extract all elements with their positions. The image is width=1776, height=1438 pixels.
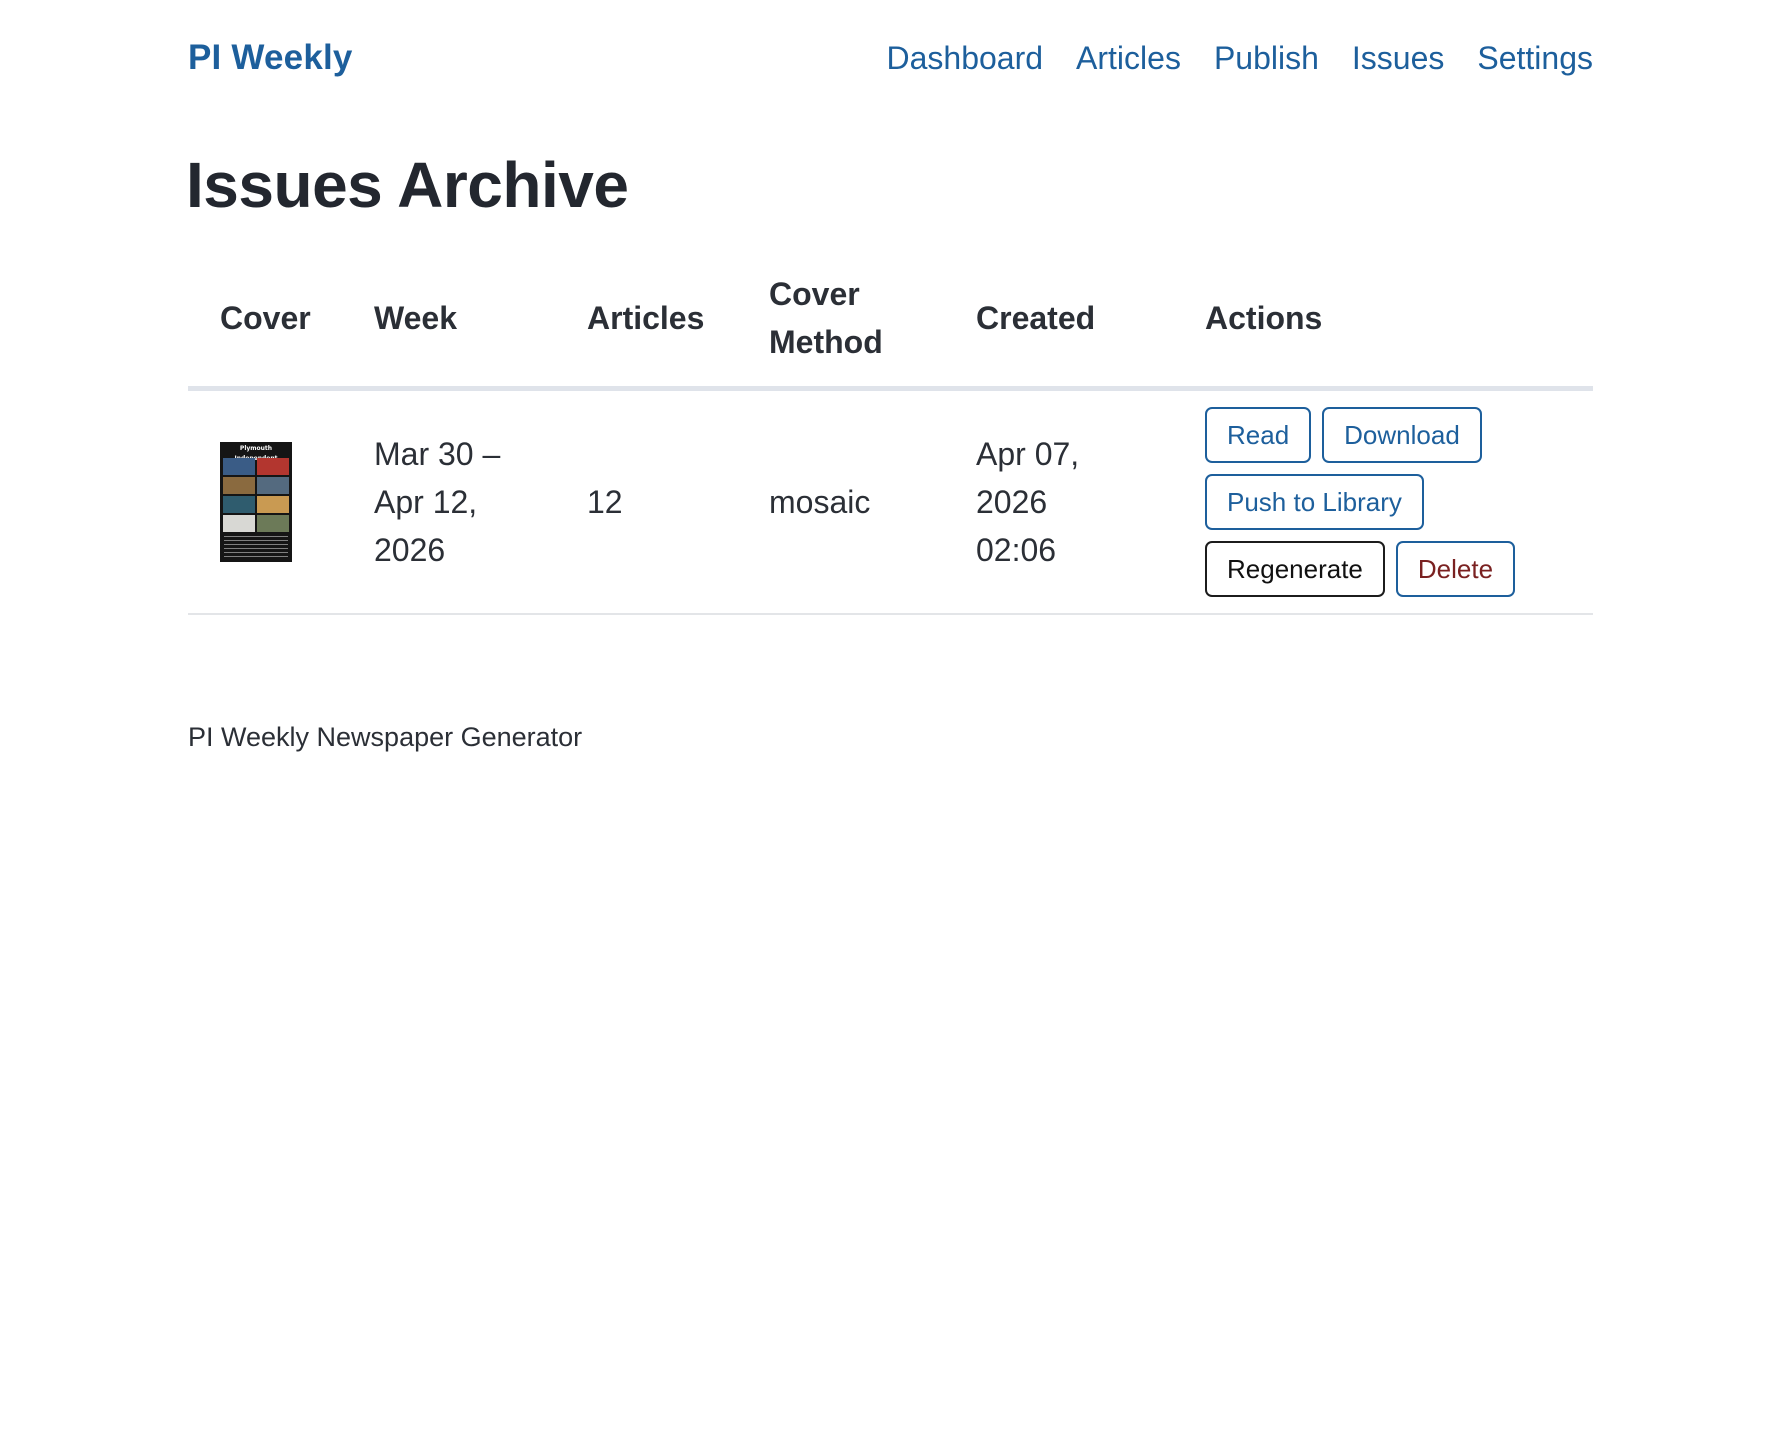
cover-photo-mosaic (223, 458, 289, 532)
delete-button[interactable]: Delete (1395, 541, 1516, 597)
footer-text: PI Weekly Newspaper Generator (188, 722, 583, 752)
column-header-actions: Actions (1205, 270, 1593, 391)
nav-articles[interactable]: Articles (1076, 40, 1181, 77)
cell-cover: Plymouth Independent (188, 388, 374, 615)
cell-week: Mar 30 – Apr 12, 2026 (374, 388, 587, 615)
cover-thumbnail[interactable]: Plymouth Independent (220, 442, 292, 562)
issues-table: Cover Week Articles Cover Method Created… (188, 270, 1593, 615)
nav-settings[interactable]: Settings (1477, 40, 1593, 77)
column-header-cover-method: Cover Method (769, 270, 976, 391)
column-header-cover: Cover (188, 270, 374, 391)
push-to-library-button[interactable]: Push to Library (1205, 474, 1424, 530)
column-header-articles: Articles (587, 270, 769, 391)
row-actions: Read Download Push to Library Regenerate… (1205, 407, 1535, 597)
page-container: PI Weekly Dashboard Articles Publish Iss… (186, 0, 1593, 752)
nav-issues[interactable]: Issues (1352, 40, 1444, 77)
column-header-week: Week (374, 270, 587, 391)
table-header-row: Cover Week Articles Cover Method Created… (188, 270, 1593, 391)
cell-created: Apr 07, 2026 02:06 (976, 388, 1205, 615)
regenerate-button[interactable]: Regenerate (1205, 541, 1385, 597)
nav-dashboard[interactable]: Dashboard (886, 40, 1043, 77)
cell-articles: 12 (587, 388, 769, 615)
page-title: Issues Archive (186, 149, 629, 221)
nav-publish[interactable]: Publish (1214, 40, 1319, 77)
top-bar: PI Weekly Dashboard Articles Publish Iss… (188, 0, 1593, 120)
cell-actions: Read Download Push to Library Regenerate… (1205, 388, 1593, 615)
read-button[interactable]: Read (1205, 407, 1312, 463)
brand-link[interactable]: PI Weekly (188, 38, 353, 78)
cover-text-lines (224, 536, 288, 558)
download-button[interactable]: Download (1322, 407, 1482, 463)
column-header-created: Created (976, 270, 1205, 391)
main-nav: Dashboard Articles Publish Issues Settin… (886, 40, 1593, 77)
cover-masthead: Plymouth Independent (234, 445, 278, 462)
week-range: Mar 30 – Apr 12, 2026 (374, 436, 501, 568)
created-timestamp: Apr 07, 2026 02:06 (976, 436, 1080, 568)
cell-cover-method: mosaic (769, 388, 976, 615)
column-header-cover-method-label: Cover Method (769, 276, 883, 360)
table-row: Plymouth Independent Mar 30 – Apr 12, 20… (188, 388, 1593, 615)
